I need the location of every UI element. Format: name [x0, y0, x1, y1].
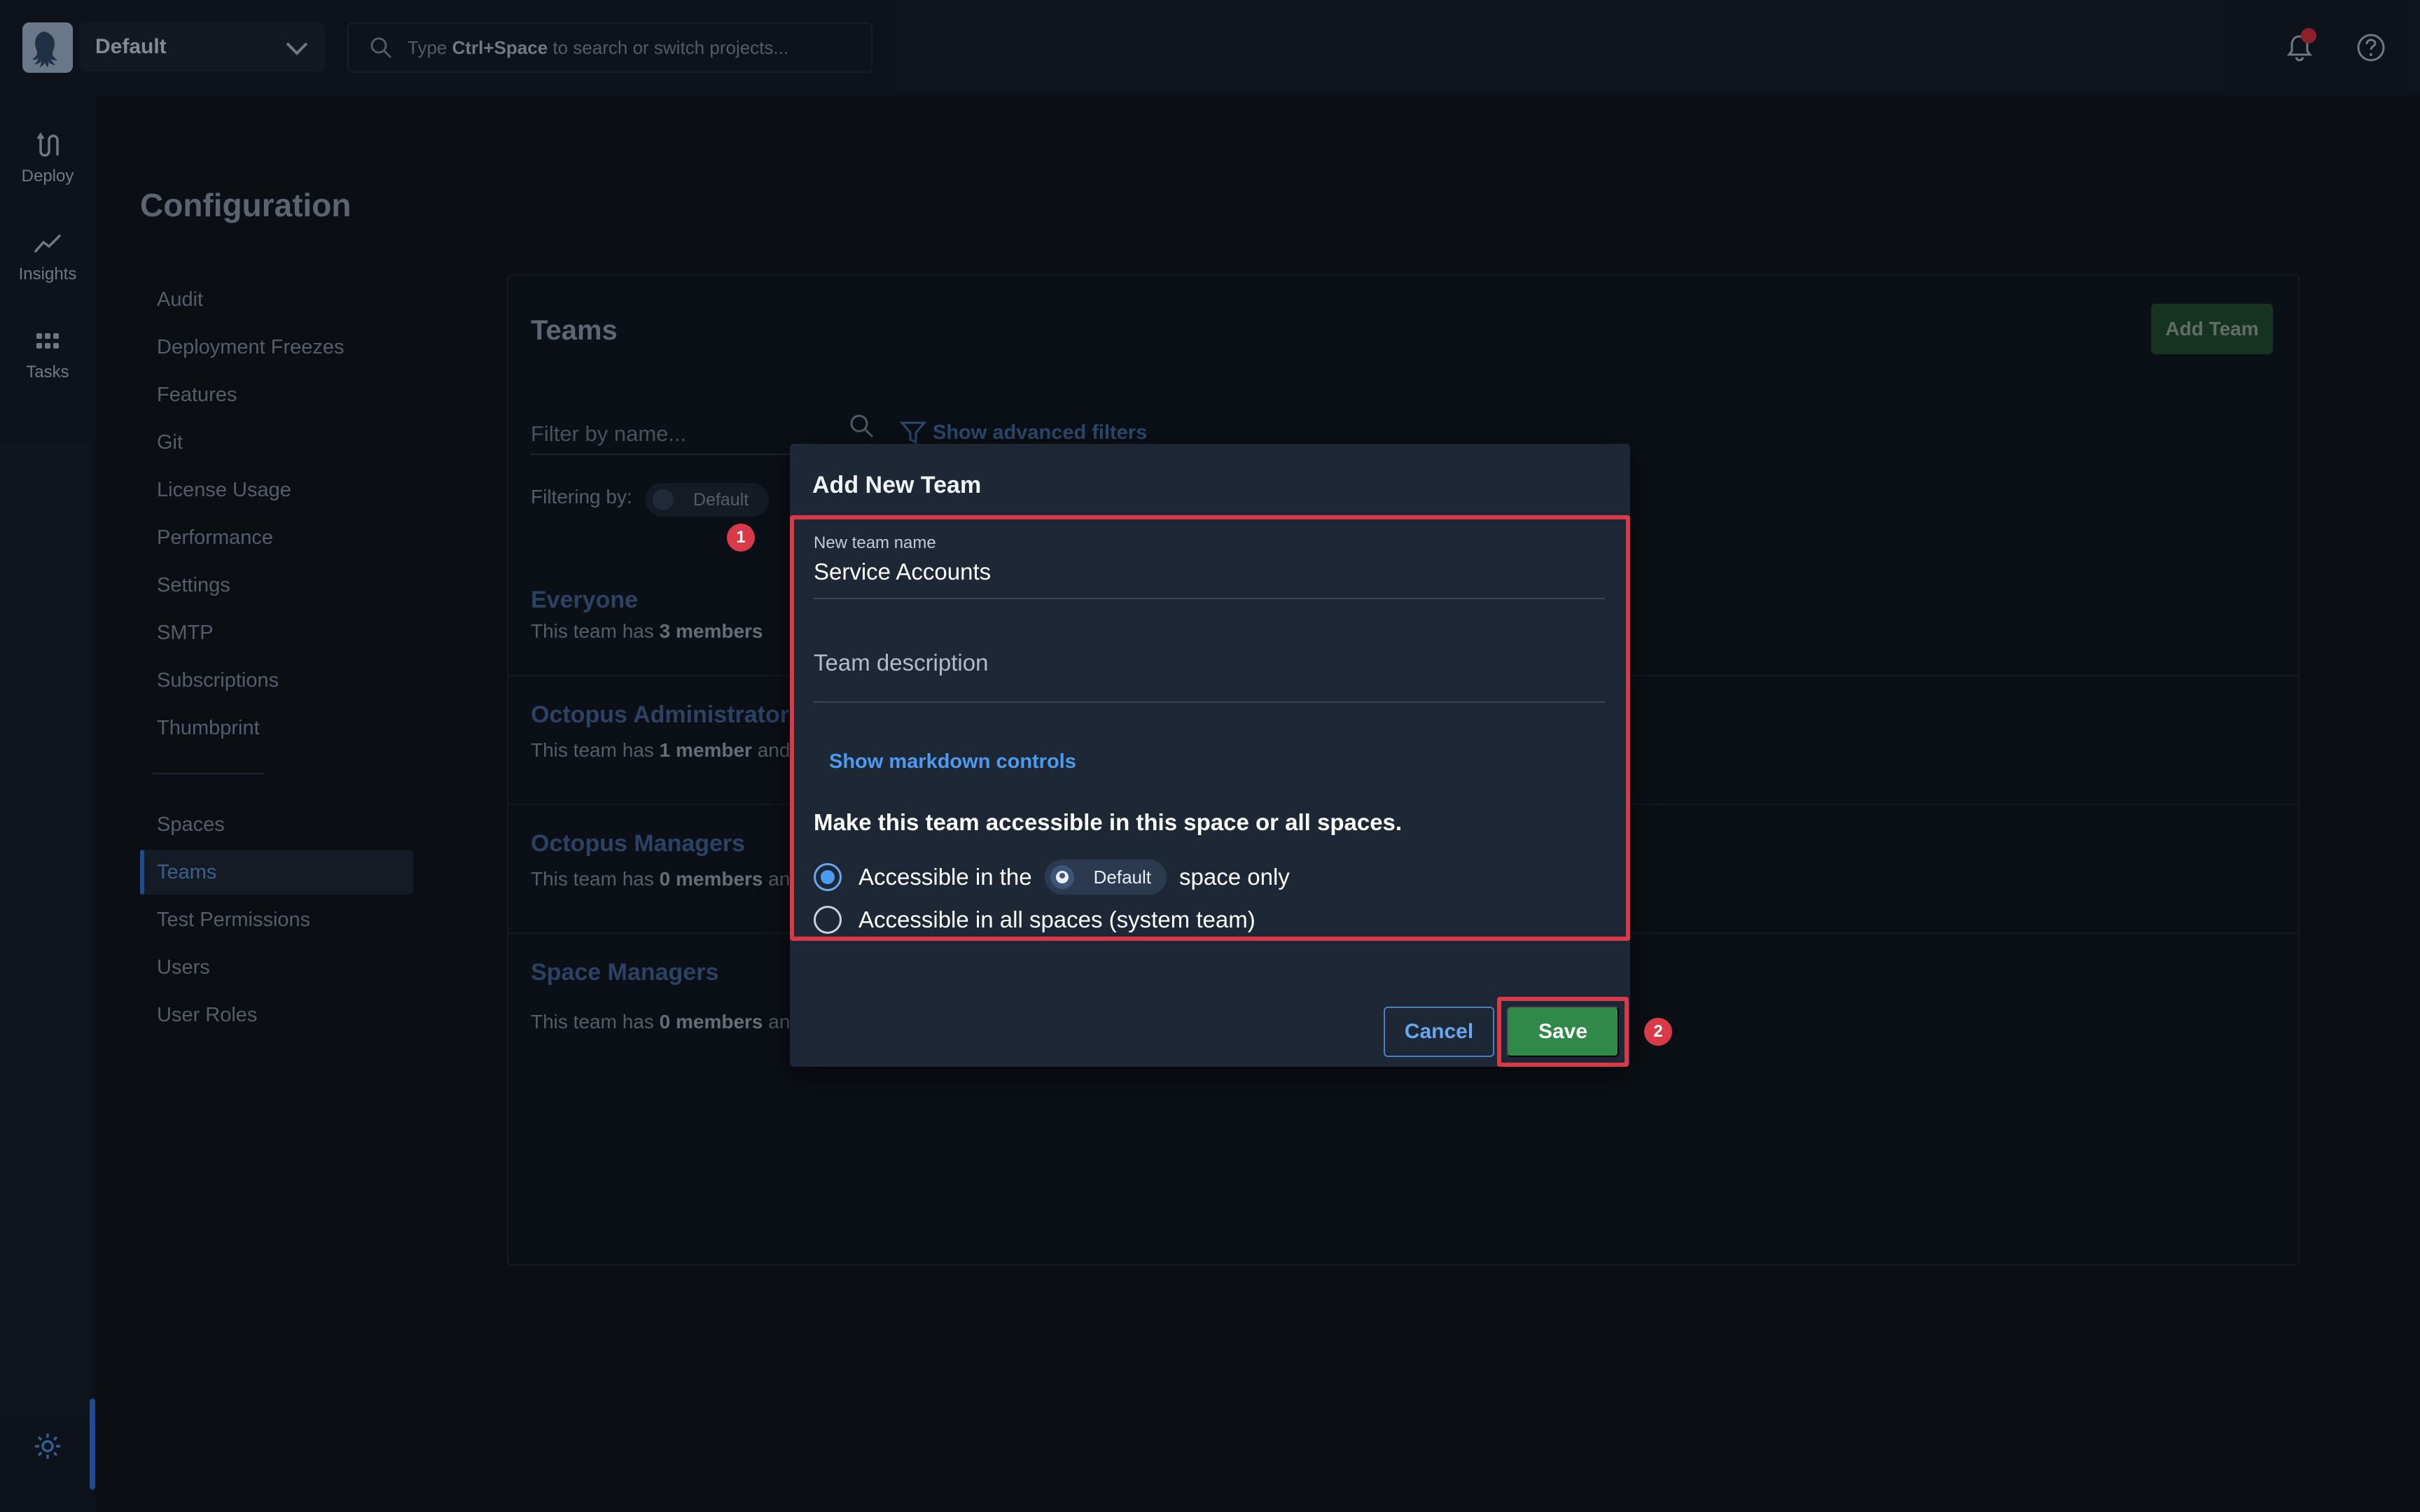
- step-badge-2: 2: [1644, 1018, 1672, 1046]
- show-markdown-controls-link[interactable]: Show markdown controls: [829, 750, 1076, 774]
- option-all-spaces-label: Accessible in all spaces (system team): [858, 906, 1256, 932]
- option-space-suffix: space only: [1179, 864, 1290, 890]
- radio-option-all-spaces[interactable]: Accessible in all spaces (system team): [814, 906, 1256, 934]
- add-new-team-dialog: Add New Team New team name Service Accou…: [790, 444, 1630, 1067]
- space-logo-icon: [1050, 865, 1074, 889]
- radio-button[interactable]: [814, 906, 842, 934]
- dialog-title: Add New Team: [812, 472, 982, 498]
- cancel-button[interactable]: Cancel: [1384, 1007, 1494, 1057]
- space-chip: Default: [1044, 860, 1167, 895]
- team-name-input[interactable]: Service Accounts: [814, 559, 991, 585]
- step-badge-1: 1: [727, 524, 755, 552]
- dialog-form-highlight: New team name Service Accounts Team desc…: [790, 515, 1630, 941]
- space-chip-label: Default: [1093, 866, 1152, 888]
- team-name-label: New team name: [814, 533, 936, 552]
- save-button[interactable]: Save: [1507, 1007, 1619, 1057]
- team-name-underline: [814, 598, 1605, 599]
- team-description-input[interactable]: Team description: [814, 650, 988, 676]
- access-heading: Make this team accessible in this space …: [814, 809, 1403, 835]
- option-space-prefix: Accessible in the: [858, 864, 1032, 890]
- radio-button-selected[interactable]: [814, 863, 842, 891]
- team-description-underline: [814, 701, 1605, 703]
- radio-option-space-only[interactable]: Accessible in the Default space only: [814, 860, 1290, 895]
